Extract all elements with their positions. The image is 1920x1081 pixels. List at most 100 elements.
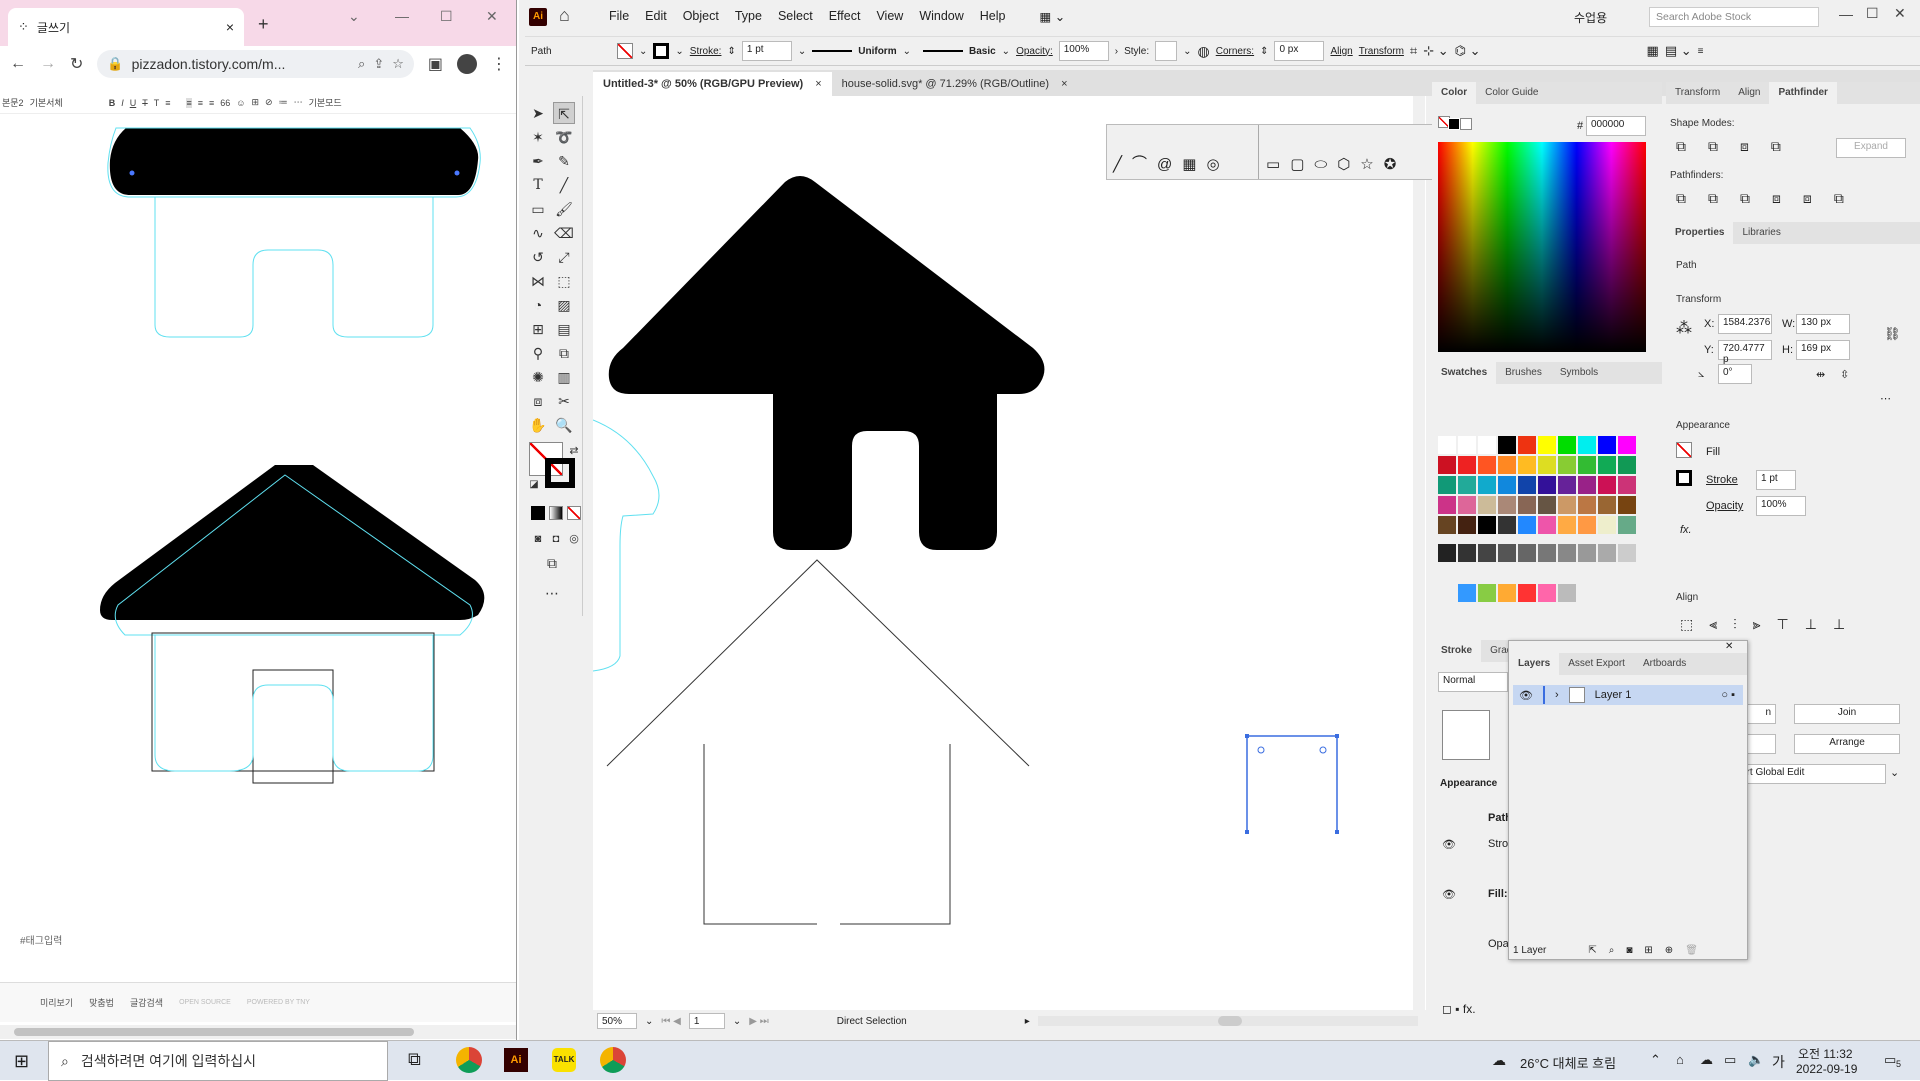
tab-properties[interactable]: Properties: [1666, 222, 1734, 244]
screen-mode-icon[interactable]: ⧉: [541, 552, 563, 574]
isolate-icon[interactable]: ⌗: [1410, 43, 1417, 59]
tab-brushes[interactable]: Brushes: [1496, 362, 1551, 384]
stroke-label[interactable]: Stroke: [1706, 474, 1738, 486]
zoom-icon[interactable]: ⌕: [358, 56, 365, 72]
color-swatch[interactable]: [1558, 476, 1576, 494]
type-tool-icon[interactable]: T: [527, 174, 549, 196]
color-swatch[interactable]: [1558, 436, 1576, 454]
visibility-eye-icon[interactable]: 👁: [1442, 888, 1456, 901]
menu-select[interactable]: Select: [778, 9, 813, 24]
stepper-icon[interactable]: ⇕: [1260, 46, 1268, 57]
maximize-icon[interactable]: ☐: [440, 8, 453, 25]
first-artboard-icon[interactable]: ⏮ ◀: [661, 1016, 680, 1027]
menu-type[interactable]: Type: [735, 9, 762, 24]
quote-button[interactable]: ☺: [236, 98, 245, 108]
strike-button[interactable]: T: [142, 98, 148, 108]
outline-icon[interactable]: ⧈: [1803, 190, 1812, 207]
color-swatch[interactable]: [1518, 436, 1536, 454]
lasso-icon[interactable]: ➰: [553, 126, 575, 148]
more-options-icon[interactable]: ⋯: [1880, 392, 1891, 405]
align-right-button[interactable]: ≡: [209, 98, 214, 108]
menu-window[interactable]: Window: [919, 9, 963, 24]
link-button[interactable]: ≔: [279, 97, 288, 108]
exclude-icon[interactable]: ⧉: [1771, 138, 1781, 155]
chevron-down-icon[interactable]: ⌄: [645, 1016, 653, 1027]
color-swatch[interactable]: [1518, 456, 1536, 474]
color-swatch[interactable]: [1598, 516, 1616, 534]
bold-button[interactable]: B: [109, 98, 116, 108]
blend-tool-icon[interactable]: ⧉: [553, 342, 575, 364]
sidebar-toggle-icon[interactable]: ▣: [428, 54, 443, 74]
fx-button[interactable]: fx.: [1680, 524, 1692, 536]
color-swatch[interactable]: [1578, 476, 1596, 494]
back-icon[interactable]: ←: [10, 55, 26, 73]
color-swatch[interactable]: [1538, 496, 1556, 514]
align-left-button[interactable]: ≡: [186, 97, 192, 108]
color-swatch[interactable]: [1478, 436, 1496, 454]
align-link[interactable]: Align: [1330, 46, 1352, 57]
blend-mode-select[interactable]: Normal: [1438, 672, 1508, 692]
new-sublayer-icon[interactable]: ⊞: [1644, 945, 1652, 956]
tab-asset-export[interactable]: Asset Export: [1559, 653, 1634, 675]
tag-input[interactable]: #태그입력: [20, 932, 62, 947]
italic-button[interactable]: I: [121, 98, 124, 108]
w-field[interactable]: 130 px: [1796, 314, 1850, 334]
slice-tool-icon[interactable]: ✂: [553, 390, 575, 412]
stroke-label[interactable]: Stroke:: [690, 46, 722, 57]
color-swatch[interactable]: [1498, 436, 1516, 454]
color-swatch[interactable]: [1438, 496, 1456, 514]
new-item-icon[interactable]: ◻ ▪ fx.: [1442, 1002, 1476, 1016]
crop-icon[interactable]: ⧈: [1772, 190, 1781, 207]
paragraph-style-select[interactable]: 본문2: [2, 96, 24, 109]
underline-button[interactable]: U: [130, 98, 137, 108]
align-center-button[interactable]: ≡: [198, 98, 203, 108]
tab-libraries[interactable]: Libraries: [1733, 222, 1789, 244]
curvature-tool-icon[interactable]: ✎: [553, 150, 575, 172]
windows-start-icon[interactable]: ⊞: [14, 1051, 29, 1072]
right-wall-path[interactable]: [840, 744, 951, 925]
tab-color[interactable]: Color: [1432, 82, 1477, 104]
tab-layers[interactable]: Layers: [1509, 653, 1560, 675]
house-solid-shape[interactable]: [608, 176, 1045, 550]
swap-colors-icon[interactable]: ⇄: [563, 440, 585, 462]
tab-untitled-3[interactable]: Untitled-3* @ 50% (RGB/GPU Preview) ×: [593, 72, 832, 96]
clock-time[interactable]: 오전 11:32: [1798, 1045, 1853, 1062]
selection-tool-icon[interactable]: ➤: [527, 102, 549, 124]
free-transform-icon[interactable]: ⬚: [553, 270, 575, 292]
width-tool-icon[interactable]: ⋈: [527, 270, 549, 292]
color-swatch[interactable]: [1458, 456, 1476, 474]
rectangle-tool-icon[interactable]: ▭: [1266, 155, 1280, 173]
color-swatch[interactable]: [1518, 544, 1536, 562]
panel-layout-icon[interactable]: ▤ ⌄: [1665, 43, 1692, 59]
join-button[interactable]: Join: [1794, 704, 1900, 724]
screen-icon[interactable]: ▭: [1724, 1052, 1736, 1068]
color-swatch[interactable]: [1518, 476, 1536, 494]
color-spectrum[interactable]: [1438, 142, 1646, 352]
fill-row-label[interactable]: Fill:: [1488, 888, 1508, 900]
opacity-field[interactable]: 100%: [1058, 41, 1109, 61]
color-swatch[interactable]: [1438, 456, 1456, 474]
puppet-warp-icon[interactable]: ⌬ ⌄: [1455, 43, 1481, 59]
chevron-down-icon[interactable]: ⌄: [675, 46, 683, 57]
chevron-down-icon[interactable]: ⌄: [1183, 46, 1191, 57]
constrain-proportions-icon[interactable]: ⛓: [1884, 326, 1901, 342]
color-swatch[interactable]: [1598, 476, 1616, 494]
material-search-button[interactable]: 글감검색: [130, 996, 163, 1009]
layer-name[interactable]: Layer 1: [1595, 689, 1632, 701]
scale-tool-icon[interactable]: ⤢: [553, 246, 575, 268]
text-bg-button[interactable]: ≡: [165, 98, 170, 108]
color-swatch[interactable]: [1598, 436, 1616, 454]
color-swatch[interactable]: [1478, 516, 1496, 534]
mesh-tool-icon[interactable]: ⊞: [527, 318, 549, 340]
h-field[interactable]: 169 px: [1796, 340, 1850, 360]
horizontal-scrollbar[interactable]: [1037, 1016, 1418, 1026]
delete-icon[interactable]: 🗑: [1685, 945, 1698, 956]
white-swatch[interactable]: [1460, 118, 1472, 130]
profile-select[interactable]: Uniform: [858, 46, 896, 57]
tab-color-guide[interactable]: Color Guide: [1476, 82, 1547, 104]
color-swatch[interactable]: [1618, 476, 1636, 494]
color-swatch[interactable]: [1438, 436, 1456, 454]
color-swatch[interactable]: [1518, 516, 1536, 534]
artboard-field[interactable]: 1: [688, 1013, 725, 1029]
hand-tool-icon[interactable]: ✋: [527, 414, 549, 436]
